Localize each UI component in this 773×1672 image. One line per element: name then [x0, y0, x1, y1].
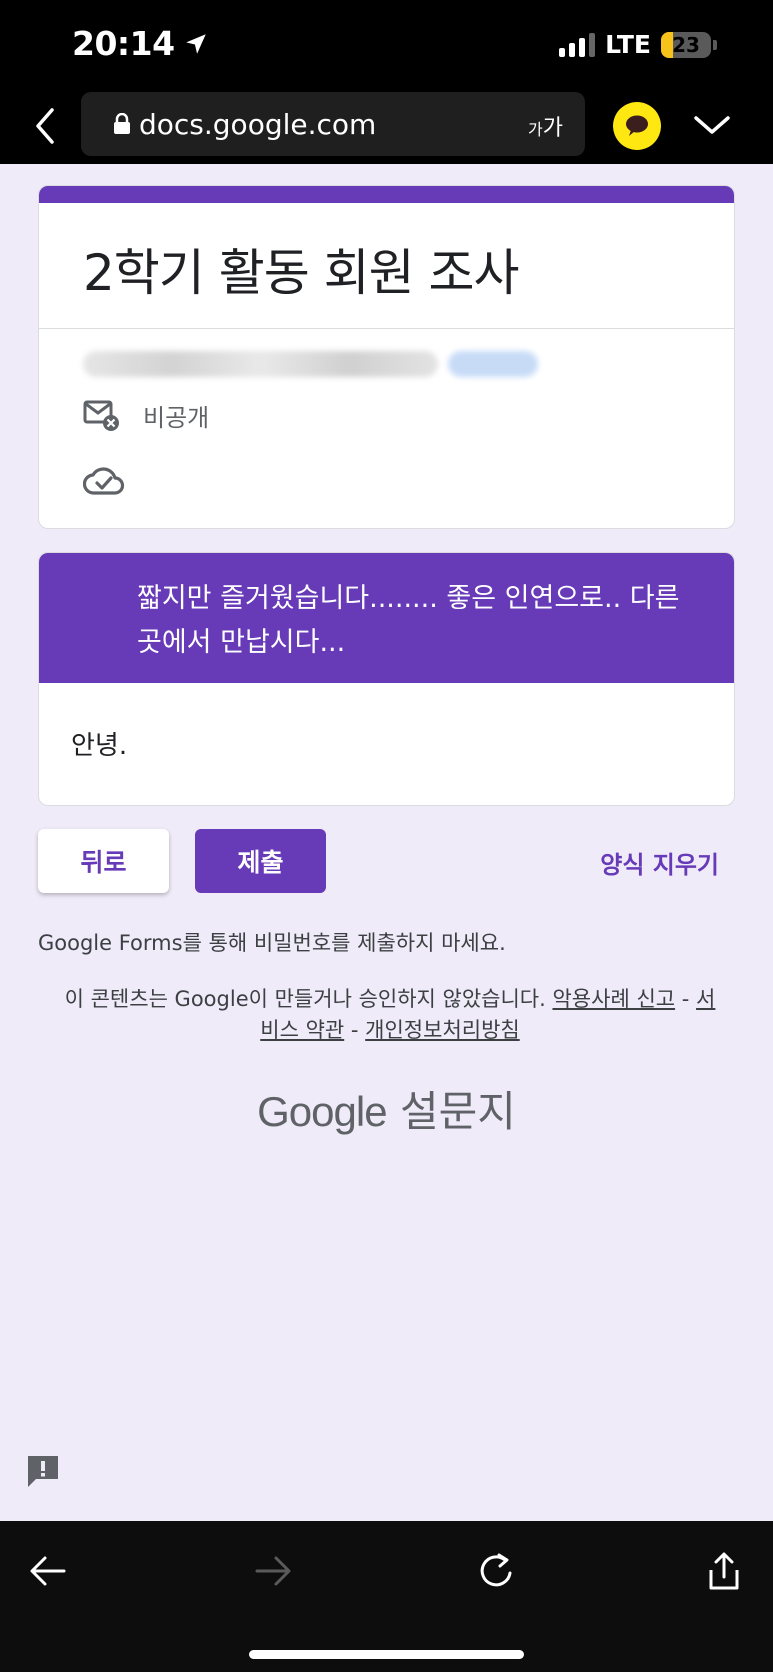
- form-title-card: 2학기 활동 회원 조사 비공개: [38, 185, 735, 529]
- back-button[interactable]: 뒤로: [38, 829, 169, 893]
- privacy-policy-link[interactable]: 개인정보처리방침: [365, 1018, 520, 1042]
- cloud-done-icon: [82, 467, 125, 495]
- privacy-label: 비공개: [143, 404, 210, 432]
- lock-icon: [114, 113, 130, 134]
- saved-status: [82, 464, 125, 500]
- google-forms-logo[interactable]: Google 설문지: [0, 1078, 773, 1139]
- clock-text: 20:14: [72, 24, 175, 63]
- battery-level: 23: [672, 32, 700, 57]
- title-accent-bar: [39, 186, 734, 203]
- browser-url-bar: docs.google.com 가가: [0, 88, 773, 164]
- battery-icon: 23: [661, 31, 717, 58]
- privacy-row: 비공개: [83, 398, 209, 433]
- report-problem-icon[interactable]: [24, 1452, 62, 1490]
- submit-button[interactable]: 제출: [195, 829, 326, 893]
- disclaimer: 이 콘텐츠는 Google이 만들거나 승인하지 않았습니다. 악용사례 신고 …: [60, 984, 720, 1046]
- back-arrow-icon[interactable]: [28, 1551, 68, 1591]
- share-icon[interactable]: [704, 1551, 744, 1591]
- mail-private-icon: [83, 400, 119, 431]
- url-text: docs.google.com: [139, 107, 377, 141]
- status-time: 20:14: [72, 24, 209, 63]
- password-warning: Google Forms를 통해 비밀번호를 제출하지 마세요.: [38, 931, 506, 955]
- network-label: LTE: [605, 30, 651, 59]
- clear-form-button[interactable]: 양식 지우기: [600, 845, 719, 880]
- redacted-email: [83, 351, 438, 377]
- switch-account-link[interactable]: [448, 351, 538, 377]
- section-body-text: 안녕.: [71, 731, 128, 761]
- refresh-icon[interactable]: [477, 1551, 517, 1591]
- account-row: [83, 351, 538, 377]
- browser-toolbar: [0, 1521, 773, 1672]
- title-divider: [39, 328, 734, 329]
- section-card: 짧지만 즐거웠습니다........ 좋은 인연으로.. 다른 곳에서 만납시다…: [38, 552, 735, 806]
- disclaimer-text: 이 콘텐츠는 Google이 만들거나 승인하지 않았습니다.: [64, 987, 546, 1011]
- home-indicator: [249, 1650, 524, 1659]
- google-wordmark: Google: [257, 1088, 387, 1135]
- location-arrow-icon: [185, 33, 206, 54]
- kakao-talk-icon[interactable]: [613, 102, 661, 150]
- form-title: 2학기 활동 회원 조사: [83, 244, 520, 302]
- forms-wordmark: 설문지: [399, 1087, 516, 1136]
- signal-icon: [559, 32, 596, 57]
- section-description: 짧지만 즐거웠습니다........ 좋은 인연으로.. 다른 곳에서 만납시다…: [39, 553, 734, 683]
- text-size-button[interactable]: 가가: [528, 110, 563, 142]
- back-chevron-icon[interactable]: [30, 106, 62, 146]
- report-abuse-link[interactable]: 악용사례 신고: [552, 987, 675, 1011]
- status-bar: 20:14 LTE 23: [0, 0, 773, 88]
- status-indicators: LTE 23: [559, 30, 717, 59]
- separator: -: [681, 987, 690, 1011]
- forward-arrow-icon[interactable]: [253, 1551, 293, 1591]
- url-field[interactable]: docs.google.com 가가: [81, 92, 585, 156]
- chevron-down-icon[interactable]: [692, 110, 732, 140]
- separator: -: [350, 1018, 359, 1042]
